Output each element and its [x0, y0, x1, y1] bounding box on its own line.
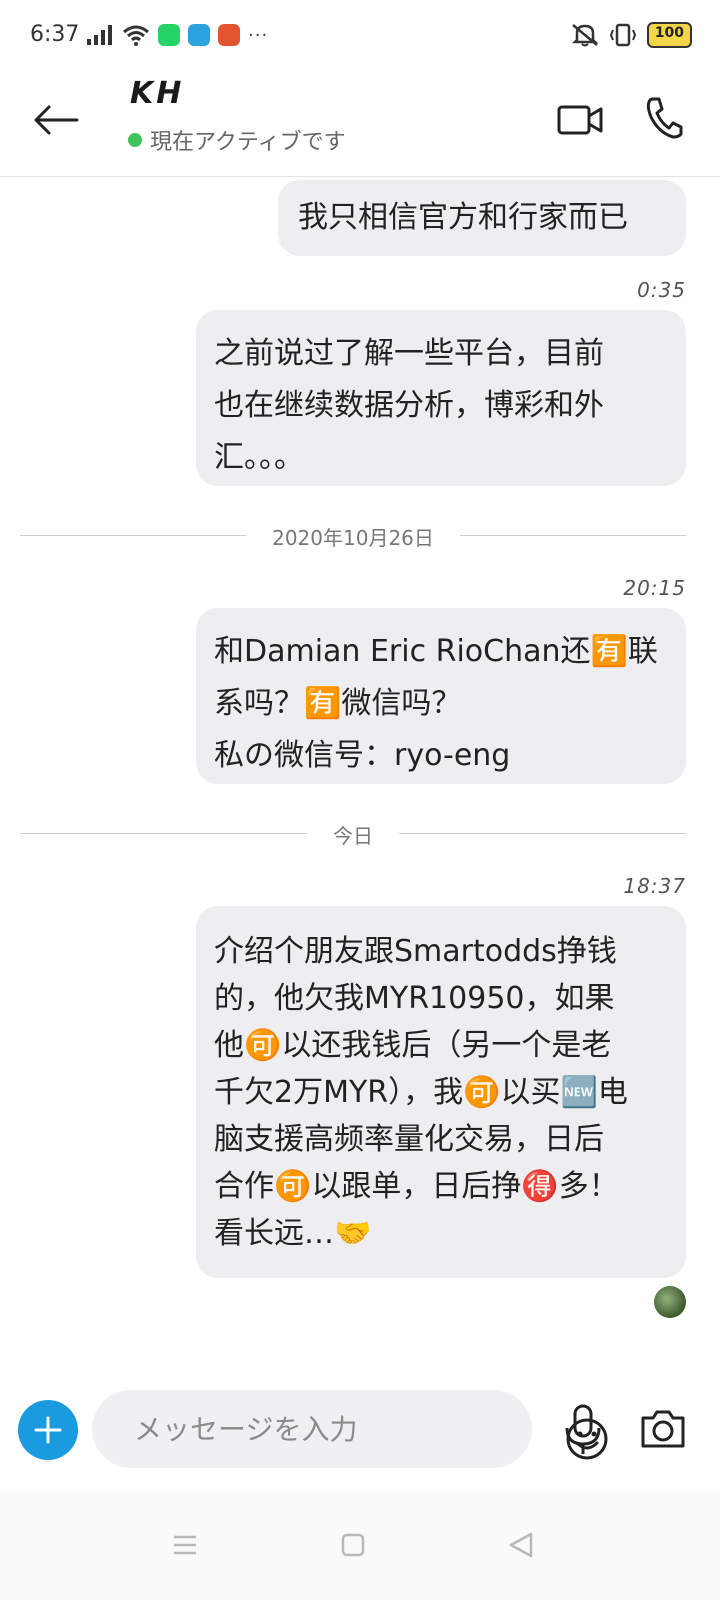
presence-label: 現在アクティブです [150, 130, 346, 155]
date-divider: 2020年10月26日 [20, 520, 686, 550]
message-bubble[interactable]: 我只相信官方和行家而已 [278, 180, 686, 256]
date-divider-label: 今日 [307, 824, 399, 848]
status-icons-right: 100 [571, 22, 692, 48]
chat-header: KH 現在アクティブです [0, 72, 720, 177]
video-call-button[interactable] [552, 92, 608, 148]
message-text: 之前说过了解一些平台，目前 也在继续数据分析，博彩和外 汇。。。 [214, 336, 604, 475]
message-composer [0, 1380, 720, 1480]
battery-indicator: 100 [646, 22, 692, 48]
add-attachment-button[interactable] [18, 1400, 78, 1460]
contact-name[interactable]: KH [130, 76, 184, 111]
camera-button[interactable] [634, 1400, 692, 1458]
message-text: 我只相信官方和行家而已 [298, 200, 628, 235]
message-text: 和Damian Eric RioChan还🈶联 系吗？🈶微信吗？ 私の微信号：r… [214, 634, 658, 773]
square-icon [341, 1533, 365, 1557]
presence-status: 現在アクティブです [128, 124, 346, 156]
voice-message-button[interactable] [556, 1400, 610, 1460]
date-divider-label: 2020年10月26日 [246, 526, 460, 550]
message-timestamp: 18:37 [623, 874, 686, 898]
whatsapp-icon [158, 24, 180, 46]
system-navigation-bar [0, 1490, 720, 1600]
camera-icon [641, 1410, 685, 1448]
online-dot-icon [128, 133, 142, 147]
phone-icon [646, 97, 683, 139]
message-input-container [92, 1390, 608, 1468]
date-divider: 今日 [20, 818, 686, 848]
back-button[interactable] [28, 92, 84, 148]
message-timestamp: 20:15 [623, 576, 686, 600]
vibrate-icon [609, 23, 636, 47]
wifi-icon [123, 25, 149, 46]
message-text: 介绍个朋友跟Smartodds挣钱 的，他欠我MYR10950，如果 他🉑以还我… [214, 934, 628, 1251]
home-button[interactable] [328, 1520, 378, 1570]
triangle-back-icon [509, 1532, 533, 1558]
message-bubble[interactable]: 介绍个朋友跟Smartodds挣钱 的，他欠我MYR10950，如果 他🉑以还我… [196, 906, 686, 1278]
read-receipt-avatar [654, 1286, 686, 1318]
status-icons-left: ··· [86, 22, 268, 48]
back-nav-button[interactable] [496, 1520, 546, 1570]
message-input[interactable] [132, 1408, 456, 1450]
arrow-left-icon [34, 105, 79, 135]
plus-icon [34, 1416, 62, 1444]
status-time: 6:37 [30, 22, 80, 47]
recent-apps-button[interactable] [160, 1520, 210, 1570]
voice-call-button[interactable] [636, 90, 692, 146]
signal-icon [87, 25, 112, 45]
microphone-icon [565, 1404, 601, 1454]
message-timestamp: 0:35 [637, 278, 686, 302]
mute-icon [571, 24, 598, 47]
message-bubble[interactable]: 和Damian Eric RioChan还🈶联 系吗？🈶微信吗？ 私の微信号：r… [196, 608, 686, 784]
video-camera-icon [557, 105, 603, 135]
telegram-icon [188, 24, 210, 46]
message-bubble[interactable]: 之前说过了解一些平台，目前 也在继续数据分析，博彩和外 汇。。。 [196, 310, 686, 486]
status-bar: 6:37 ··· 100 [0, 0, 720, 72]
fox-app-icon [218, 24, 240, 46]
more-notifications-icon: ··· [248, 24, 269, 46]
menu-icon [174, 1535, 196, 1555]
